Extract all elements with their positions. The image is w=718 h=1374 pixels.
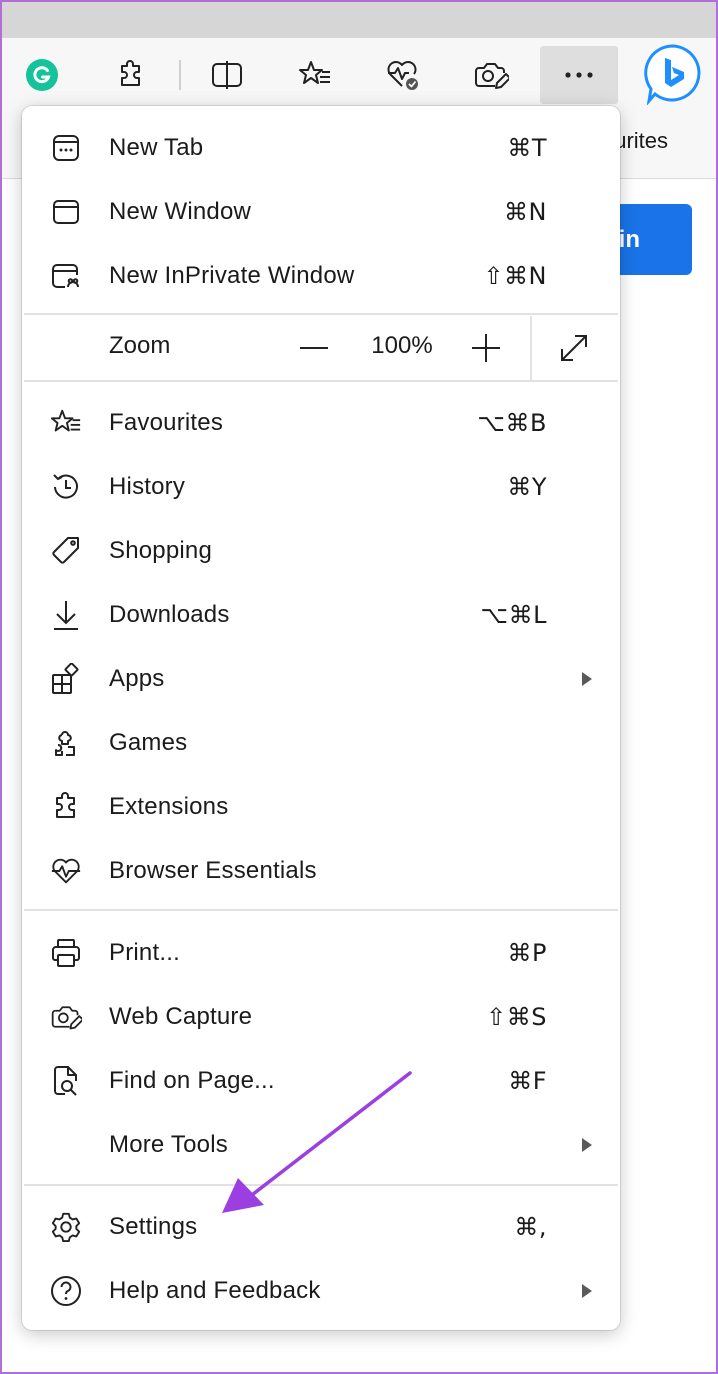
new-tab-icon [50, 132, 82, 164]
menu-item-label: History [109, 473, 186, 500]
fullscreen-button[interactable] [550, 324, 598, 372]
history-icon [50, 471, 82, 503]
web-capture-icon[interactable] [464, 48, 518, 102]
menu-item-extensions[interactable]: Extensions [22, 775, 620, 839]
menu-item-shortcut: ⇧⌘S [486, 1003, 547, 1031]
menu-item-label: Favourites [109, 409, 224, 436]
menu-item-new-tab[interactable]: New Tab ⌘T [22, 116, 620, 180]
menu-item-label: New InPrivate Window [109, 262, 355, 289]
title-strip [2, 2, 716, 38]
grammarly-icon[interactable] [15, 48, 69, 102]
menu-item-web-capture[interactable]: Web Capture ⇧⌘S [22, 985, 620, 1049]
menu-item-browser-essentials[interactable]: Browser Essentials [22, 839, 620, 903]
menu-item-new-window[interactable]: New Window ⌘N [22, 180, 620, 244]
browser-essentials-icon[interactable] [376, 48, 430, 102]
menu-item-games[interactable]: Games [22, 711, 620, 775]
menu-item-shortcut: ⌥⌘B [477, 409, 547, 437]
split-screen-icon[interactable] [200, 48, 254, 102]
zoom-label: Zoom [109, 332, 171, 359]
web-capture-icon [50, 1001, 82, 1033]
favourites-icon[interactable] [288, 48, 342, 102]
menu-item-downloads[interactable]: Downloads ⌥⌘L [22, 583, 620, 647]
menu-divider [24, 1184, 618, 1186]
more-icon[interactable] [540, 46, 618, 104]
zoom-out-button[interactable] [290, 324, 338, 372]
menu-divider [24, 380, 618, 382]
menu-item-shopping[interactable]: Shopping [22, 519, 620, 583]
menu-item-print[interactable]: Print... ⌘P [22, 921, 620, 985]
menu-item-settings[interactable]: Settings ⌘, [22, 1195, 620, 1259]
download-icon [50, 599, 82, 631]
extensions-icon [50, 791, 82, 823]
zoom-separator [530, 316, 532, 382]
menu-item-history[interactable]: History ⌘Y [22, 455, 620, 519]
settings-and-more-menu: New Tab ⌘T New Window ⌘N New InPrivate W… [22, 106, 620, 1330]
window-icon [50, 196, 82, 228]
bing-copilot-icon[interactable] [640, 42, 704, 106]
menu-item-label: New Window [109, 198, 252, 225]
help-icon [50, 1275, 82, 1307]
menu-item-label: Games [109, 729, 188, 756]
menu-item-label: Extensions [109, 793, 229, 820]
menu-item-help-and-feedback[interactable]: Help and Feedback [22, 1259, 620, 1323]
menu-divider [24, 909, 618, 911]
find-in-page-icon [50, 1065, 82, 1097]
zoom-row: Zoom 100% [22, 316, 620, 382]
browser-essentials-icon [50, 855, 82, 887]
menu-item-shortcut: ⌘F [508, 1067, 547, 1095]
zoom-in-button[interactable] [462, 324, 510, 372]
menu-item-shortcut: ⌥⌘L [480, 601, 547, 629]
gear-icon [50, 1211, 82, 1243]
menu-item-label: Browser Essentials [109, 857, 317, 884]
menu-item-more-tools[interactable]: More Tools [22, 1113, 620, 1177]
fullscreen-icon [561, 335, 587, 361]
extensions-icon[interactable] [104, 48, 158, 102]
submenu-chevron-icon [582, 1284, 592, 1298]
zoom-value: 100% [371, 332, 433, 359]
menu-item-label: Shopping [109, 537, 213, 564]
menu-item-label: Help and Feedback [109, 1277, 321, 1304]
menu-item-apps[interactable]: Apps [22, 647, 620, 711]
shopping-tag-icon [50, 535, 82, 567]
menu-item-shortcut: ⌘N [504, 198, 547, 226]
menu-item-label: Apps [109, 665, 165, 692]
favourites-icon [50, 407, 82, 439]
apps-icon [50, 663, 82, 695]
submenu-chevron-icon [582, 1138, 592, 1152]
printer-icon [50, 937, 82, 969]
games-icon [50, 727, 82, 759]
menu-item-new-inprivate-window[interactable]: New InPrivate Window ⇧⌘N [22, 244, 620, 308]
inprivate-window-icon [50, 260, 82, 292]
menu-divider [24, 313, 618, 315]
menu-item-shortcut: ⌘Y [507, 473, 547, 501]
toolbar-separator [179, 60, 181, 90]
menu-item-find-on-page[interactable]: Find on Page... ⌘F [22, 1049, 620, 1113]
submenu-chevron-icon [582, 672, 592, 686]
menu-item-shortcut: ⌘, [514, 1213, 547, 1241]
menu-item-shortcut: ⌘P [507, 939, 547, 967]
menu-item-label: Print... [109, 939, 180, 966]
menu-item-label: Web Capture [109, 1003, 253, 1030]
menu-item-shortcut: ⌘T [507, 134, 547, 162]
menu-item-label: Find on Page... [109, 1067, 275, 1094]
menu-item-label: Settings [109, 1213, 198, 1240]
menu-item-label: More Tools [109, 1131, 228, 1158]
menu-item-favourites[interactable]: Favourites ⌥⌘B [22, 391, 620, 455]
menu-item-label: Downloads [109, 601, 230, 628]
menu-item-label: New Tab [109, 134, 204, 161]
menu-item-shortcut: ⇧⌘N [483, 262, 547, 290]
